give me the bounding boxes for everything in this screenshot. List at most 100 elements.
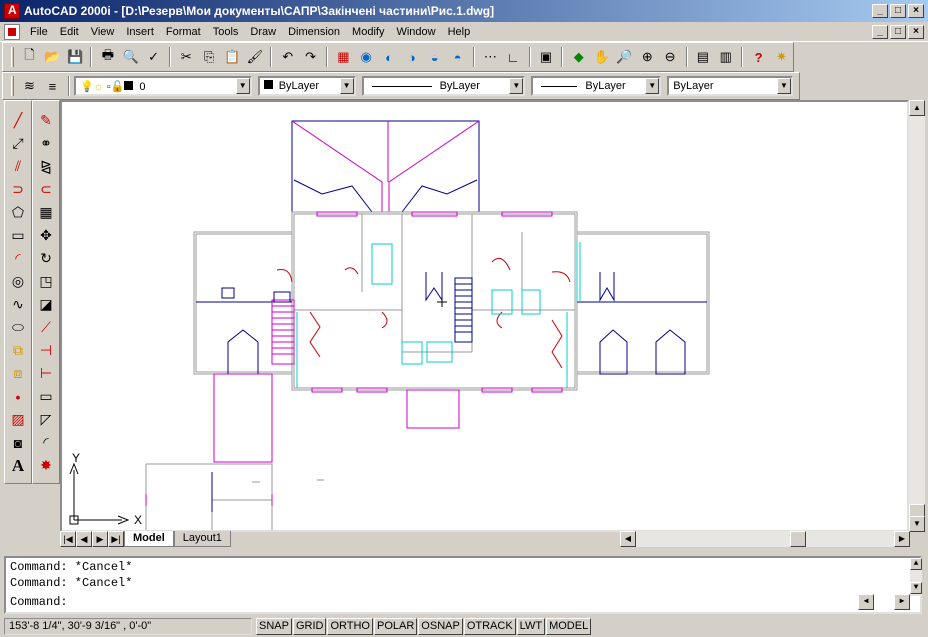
chamfer-icon[interactable]: ◸	[34, 408, 58, 431]
multiline-icon[interactable]: ⫽	[6, 155, 30, 178]
scroll-up-icon[interactable]: ▲	[910, 558, 922, 570]
preview-icon[interactable]: 🔍	[119, 46, 142, 68]
array-icon[interactable]: ▦	[34, 201, 58, 224]
web-icon[interactable]: ◉	[355, 46, 378, 68]
ucs-icon[interactable]: ∟	[502, 46, 525, 68]
chevron-down-icon[interactable]: ▼	[509, 78, 524, 94]
tab-layout1[interactable]: Layout1	[173, 531, 231, 547]
menu-tools[interactable]: Tools	[207, 23, 245, 41]
snap-toggle[interactable]: SNAP	[256, 618, 292, 635]
mirror-icon[interactable]: ⧎	[34, 155, 58, 178]
undo-icon[interactable]: ↶	[276, 46, 299, 68]
break-icon[interactable]: ▭	[34, 385, 58, 408]
horizontal-scrollbar[interactable]: ◀ ▶	[620, 531, 910, 547]
drawing-area[interactable]: Y X	[60, 100, 909, 532]
close-button[interactable]: ×	[908, 4, 924, 18]
minimize-button[interactable]: _	[872, 4, 888, 18]
copy-icon[interactable]: ⎘	[198, 46, 221, 68]
lengthen-icon[interactable]: ⟋	[34, 316, 58, 339]
color-dropdown[interactable]: ByLayer ▼	[257, 76, 356, 96]
save-icon[interactable]: 💾	[64, 46, 87, 68]
layers-icon[interactable]: ≋	[18, 75, 41, 97]
layer-icon-2[interactable]: ◑	[400, 46, 423, 68]
scroll-down-icon[interactable]: ▼	[910, 582, 922, 594]
zoom-realtime-icon[interactable]: 🔎	[613, 46, 636, 68]
polar-toggle[interactable]: POLAR	[374, 618, 418, 635]
prev-tab-icon[interactable]: ◀	[76, 531, 92, 547]
hscroll-thumb[interactable]	[790, 531, 806, 547]
lineweight-dropdown[interactable]: ByLayer ▼	[531, 76, 662, 96]
named-views-icon[interactable]: ▣	[535, 46, 558, 68]
design-center-icon[interactable]: ▥	[714, 46, 737, 68]
rectangle-icon[interactable]: ▭	[6, 224, 30, 247]
maximize-button[interactable]: □	[890, 4, 906, 18]
matchprop-icon[interactable]: 🖌	[243, 46, 266, 68]
first-tab-icon[interactable]: |◀	[60, 531, 76, 547]
scroll-right-icon[interactable]: ▶	[894, 531, 910, 547]
fillet-icon[interactable]: ◜	[34, 431, 58, 454]
model-toggle[interactable]: MODEL	[546, 618, 592, 635]
chevron-down-icon[interactable]: ▼	[339, 78, 354, 94]
cmd-scroll-left-icon[interactable]: ◀	[858, 594, 874, 610]
menu-insert[interactable]: Insert	[120, 23, 160, 41]
ortho-toggle[interactable]: ORTHO	[327, 618, 373, 635]
ellipse-icon[interactable]: ⬭	[6, 316, 30, 339]
polygon-icon[interactable]: ⬠	[6, 201, 30, 224]
trim-icon[interactable]: ⊣	[34, 339, 58, 362]
polyline-icon[interactable]: ⊃	[6, 178, 30, 201]
hatch-icon[interactable]: ▨	[6, 408, 30, 431]
make-current-icon[interactable]: ≡	[41, 75, 64, 97]
copy-object-icon[interactable]: ⚭	[34, 132, 58, 155]
otrack-toggle[interactable]: OTRACK	[463, 618, 516, 635]
redo-icon[interactable]: ↷	[299, 46, 322, 68]
osnap-toggle[interactable]: OSNAP	[418, 618, 463, 635]
3d-orbit-icon[interactable]: ◆	[567, 46, 590, 68]
command-scrollbar[interactable]: ▲ ▼	[910, 558, 922, 596]
vertical-scrollbar[interactable]: ▲ ▼	[909, 100, 925, 532]
doc-minimize-button[interactable]: _	[872, 24, 888, 39]
linetype-dropdown[interactable]: ByLayer ▼	[361, 76, 526, 96]
layer-icon-4[interactable]: ◓	[446, 46, 469, 68]
next-tab-icon[interactable]: ▶	[92, 531, 108, 547]
scroll-up-icon[interactable]: ▲	[909, 100, 925, 116]
mtext-icon[interactable]: A	[6, 454, 30, 477]
lwt-toggle[interactable]: LWT	[516, 618, 546, 635]
menu-draw[interactable]: Draw	[244, 23, 282, 41]
autocad-app-icon[interactable]	[4, 3, 20, 19]
new-icon[interactable]: 🗋	[18, 46, 41, 68]
menu-file[interactable]: File	[24, 23, 54, 41]
scale-icon[interactable]: ◳	[34, 270, 58, 293]
chevron-down-icon[interactable]: ▼	[777, 78, 792, 94]
menu-window[interactable]: Window	[390, 23, 441, 41]
doc-restore-button[interactable]: □	[890, 24, 906, 39]
whats-new-icon[interactable]: ✷	[770, 46, 793, 68]
explode-icon[interactable]: ✸	[34, 454, 58, 477]
layer-icon-3[interactable]: ◒	[423, 46, 446, 68]
tab-model[interactable]: Model	[124, 531, 174, 547]
insert-block-icon[interactable]: ⧉	[6, 339, 30, 362]
layer-icon-1[interactable]: ◐	[378, 46, 401, 68]
spell-icon[interactable]: ✓	[142, 46, 165, 68]
open-icon[interactable]: 📂	[41, 46, 64, 68]
erase-icon[interactable]: ✎	[34, 109, 58, 132]
zoom-previous-icon[interactable]: ⊖	[659, 46, 682, 68]
construction-line-icon[interactable]: ⤢	[6, 132, 30, 155]
document-icon[interactable]	[4, 23, 20, 40]
pan-icon[interactable]: ✋	[590, 46, 613, 68]
grid-toggle[interactable]: GRID	[292, 618, 327, 635]
command-window[interactable]: Command: *Cancel* Command: *Cancel* Comm…	[4, 556, 922, 614]
chevron-down-icon[interactable]: ▼	[645, 78, 660, 94]
menu-dimension[interactable]: Dimension	[282, 23, 346, 41]
scroll-left-icon[interactable]: ◀	[620, 531, 636, 547]
offset-icon[interactable]: ⊂	[34, 178, 58, 201]
zoom-window-icon[interactable]: ⊕	[636, 46, 659, 68]
circle-icon[interactable]: ◎	[6, 270, 30, 293]
today-icon[interactable]: ▦	[332, 46, 355, 68]
coordinate-readout[interactable]: 153'-8 1/4", 30'-9 3/16" , 0'-0"	[4, 618, 252, 635]
spline-icon[interactable]: ∿	[6, 293, 30, 316]
line-icon[interactable]: ╱	[6, 109, 30, 132]
make-block-icon[interactable]: ⧈	[6, 362, 30, 385]
cmd-scroll-right-icon[interactable]: ▶	[894, 594, 910, 610]
menu-modify[interactable]: Modify	[346, 23, 390, 41]
region-icon[interactable]: ◙	[6, 431, 30, 454]
